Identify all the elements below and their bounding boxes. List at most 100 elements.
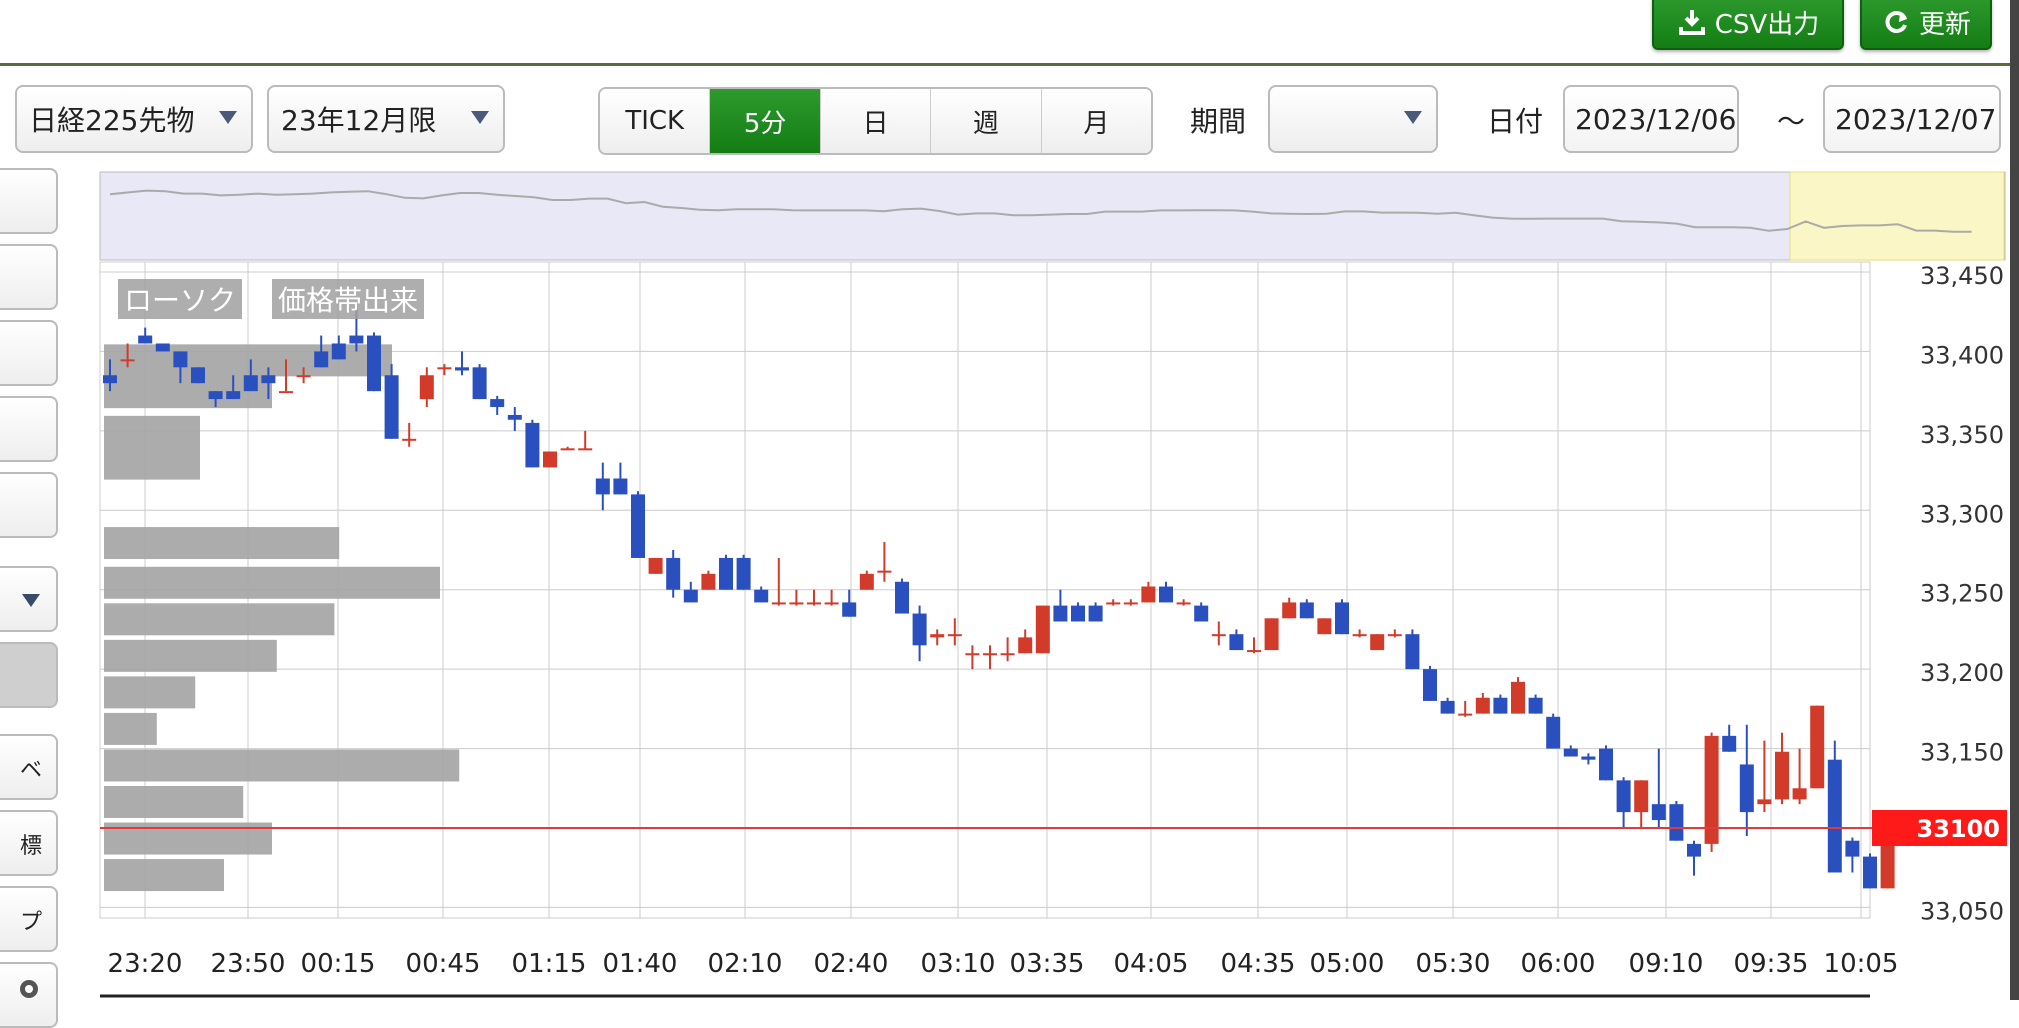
candle-body	[1229, 634, 1244, 651]
x-tick-label: 01:15	[512, 949, 587, 979]
candle-body	[1387, 634, 1402, 637]
candle-body	[1669, 804, 1684, 841]
candle-body	[965, 653, 980, 656]
candle-body	[754, 589, 769, 603]
candle-body	[1282, 602, 1297, 619]
candle-body	[103, 375, 117, 384]
candle-body	[1000, 653, 1015, 656]
volume-profile-bar	[104, 447, 200, 480]
candle-body	[1370, 634, 1385, 651]
candle-body	[1423, 669, 1437, 701]
candle-body	[1123, 602, 1138, 605]
candle-body	[525, 422, 540, 468]
volume-profile-bar	[104, 603, 335, 636]
x-tick-label: 23:50	[211, 949, 286, 979]
candle-body	[1739, 764, 1754, 813]
candle-body	[243, 375, 258, 392]
candle-body	[138, 335, 153, 344]
candle-body	[543, 451, 557, 468]
y-tick-label: 33,150	[1920, 739, 2004, 767]
legend-volume-profile[interactable]: 価格帯出来	[272, 279, 425, 319]
candle-body	[1264, 618, 1279, 651]
candle-body	[1493, 697, 1508, 714]
candle-body	[1687, 843, 1701, 857]
candle-body	[877, 570, 892, 573]
candle-body	[666, 557, 681, 590]
candle-body	[1071, 605, 1085, 622]
candle-body	[560, 448, 575, 451]
candle-body	[1810, 705, 1825, 789]
candle-body	[384, 375, 399, 439]
candle-body	[578, 448, 593, 451]
candle-body	[1792, 788, 1807, 800]
candle-body	[1317, 618, 1332, 635]
overview-strip	[99, 171, 2006, 261]
candle-body	[191, 367, 205, 384]
candle-body	[1299, 602, 1314, 619]
volume-profile-bar	[104, 749, 460, 782]
candle-body	[1458, 713, 1473, 716]
candle-body	[1176, 602, 1191, 605]
candle-body	[1141, 586, 1156, 603]
candle-body	[455, 367, 469, 371]
x-tick-label: 23:20	[108, 949, 183, 979]
candle-body	[472, 367, 487, 400]
y-tick-label: 33,200	[1920, 659, 2004, 687]
candle-body	[631, 494, 645, 558]
candle-body	[1035, 605, 1050, 654]
candle-body	[1511, 681, 1525, 714]
candle-body	[367, 335, 381, 392]
x-tick-label: 02:10	[708, 949, 783, 979]
candle-body	[1247, 650, 1261, 653]
candle-body	[1053, 605, 1068, 622]
x-tick-label: 03:10	[921, 949, 996, 979]
volume-profile-bar	[104, 712, 157, 745]
candle-body	[930, 634, 945, 638]
candle-body	[208, 391, 223, 400]
x-tick-label: 06:00	[1521, 949, 1596, 979]
volume-profile-bar	[104, 639, 277, 672]
x-tick-label: 04:35	[1221, 949, 1296, 979]
candle-body	[983, 653, 997, 656]
y-tick-label: 33,050	[1920, 897, 2004, 925]
y-tick-label: 33,300	[1920, 500, 2004, 528]
legend-candle[interactable]: ローソク	[118, 279, 243, 319]
candle-body	[1352, 634, 1367, 637]
candle-body	[1845, 840, 1860, 857]
y-tick-label: 33,250	[1920, 580, 2004, 608]
candle-body	[1651, 804, 1666, 821]
candle-body	[912, 613, 927, 646]
y-tick-label: 33,450	[1920, 262, 2004, 290]
y-tick-label: 33,350	[1920, 421, 2004, 449]
candle-body	[173, 351, 188, 368]
x-tick-label: 09:10	[1629, 949, 1704, 979]
candle-body	[1194, 605, 1209, 622]
candle-body	[1475, 697, 1490, 714]
candle-body	[1528, 697, 1543, 714]
volume-profile-bar	[104, 415, 200, 448]
candle-body	[842, 602, 857, 617]
x-tick-label: 00:15	[301, 949, 376, 979]
candle-body	[1335, 602, 1349, 635]
x-tick-label: 03:35	[1010, 949, 1085, 979]
candle-body	[490, 399, 505, 408]
price-chart[interactable]: 33,450 33,400 33,350 33,300 33,250 33,200 33,1…	[0, 0, 2019, 1000]
x-tick-label: 02:40	[814, 949, 889, 979]
candle-body	[683, 589, 698, 603]
volume-profile-bar	[104, 344, 392, 377]
candle-body	[402, 438, 417, 441]
candle-body	[1106, 602, 1121, 605]
candle-body	[1757, 799, 1772, 805]
candle-body	[226, 391, 241, 400]
candle-body	[719, 557, 733, 590]
candle-body	[349, 335, 364, 344]
candle-body	[120, 359, 135, 362]
x-tick-label: 05:00	[1310, 949, 1385, 979]
candle-body	[701, 573, 716, 590]
candle-body	[1018, 637, 1033, 654]
candle-body	[1405, 634, 1420, 670]
x-tick-label: 01:40	[603, 949, 678, 979]
candle-body	[595, 478, 610, 495]
candle-body	[1088, 605, 1103, 622]
candle-body	[1581, 756, 1596, 760]
